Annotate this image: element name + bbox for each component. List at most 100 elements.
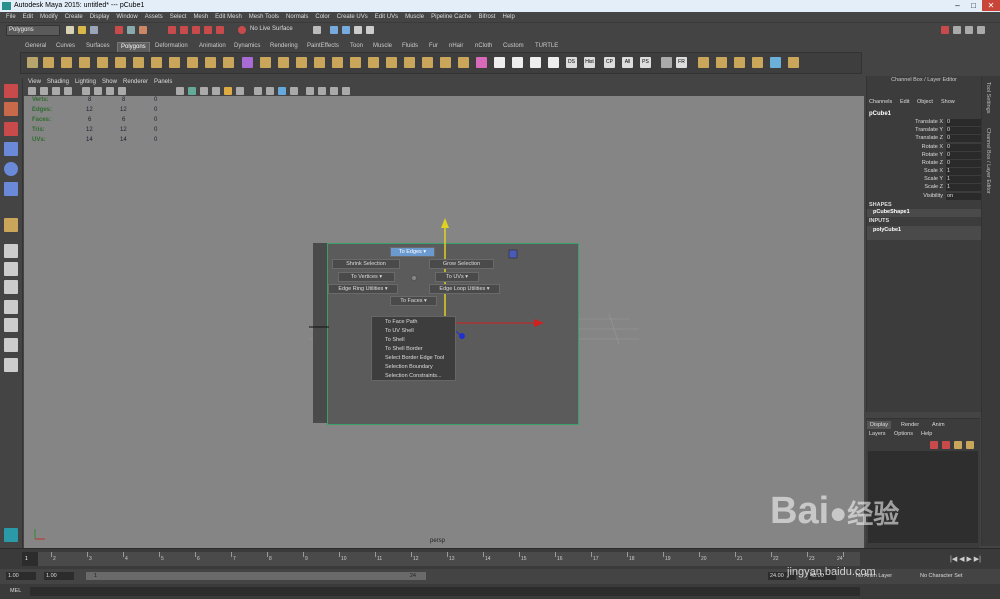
layer-move-down-icon[interactable]	[942, 441, 950, 449]
poly-pyramid-icon[interactable]	[151, 57, 162, 68]
snap-point-icon[interactable]	[192, 26, 200, 34]
hud-icon[interactable]	[318, 87, 326, 95]
close-icon[interactable]: ✕	[982, 0, 1000, 11]
menu-select[interactable]: Select	[170, 14, 187, 20]
cb-menu-show[interactable]: Show	[941, 99, 955, 105]
x-axis-arrow-icon[interactable]	[534, 319, 544, 327]
start-time-field[interactable]: 1.00	[6, 572, 36, 580]
attr-rotate-y[interactable]: Rotate Y0	[867, 152, 981, 160]
mm-shrink-selection[interactable]: Shrink Selection	[332, 259, 400, 269]
attr-scale-y[interactable]: Scale Y1	[867, 176, 981, 184]
menu-muscle[interactable]: Muscle	[405, 14, 424, 20]
gate-mask-icon[interactable]	[118, 87, 126, 95]
tab-surfaces[interactable]: Surfaces	[83, 42, 113, 51]
menu-edit[interactable]: Edit	[23, 14, 33, 20]
motion-blur-icon[interactable]	[330, 87, 338, 95]
extrude-icon[interactable]	[404, 57, 415, 68]
poly-sphere-icon[interactable]	[27, 57, 38, 68]
range-slider[interactable]: 1 24	[86, 572, 426, 580]
new-layer-selected-icon[interactable]	[966, 441, 974, 449]
minimize-icon[interactable]: –	[950, 0, 965, 11]
grid-toggle-icon[interactable]	[82, 87, 90, 95]
mm-grow-selection[interactable]: Grow Selection	[429, 259, 494, 269]
cb-input-row[interactable]: polyCube1	[867, 226, 981, 240]
panel-menu-lighting[interactable]: Lighting	[75, 79, 96, 85]
layer-menu-layers[interactable]: Layers	[869, 431, 886, 437]
cb-shape-row[interactable]: pCubeShape1	[867, 209, 981, 217]
tool-settings-tab[interactable]: Tool Settings	[985, 82, 991, 114]
menu-normals[interactable]: Normals	[286, 14, 308, 20]
menu-file[interactable]: File	[6, 14, 16, 20]
lasso-tool-icon[interactable]	[4, 102, 18, 116]
poly-cone-icon[interactable]	[79, 57, 90, 68]
attr-translate-y[interactable]: Translate Y0	[867, 127, 981, 135]
move-tool-icon[interactable]	[4, 142, 18, 156]
cb-menu-edit[interactable]: Edit	[900, 99, 909, 105]
snap-view-icon[interactable]	[204, 26, 212, 34]
poly-plane-icon[interactable]	[97, 57, 108, 68]
attr-translate-x[interactable]: Translate X0	[867, 119, 981, 127]
camera-select-icon[interactable]	[28, 87, 36, 95]
ambient-occlusion-icon[interactable]	[342, 87, 350, 95]
xray-joints-icon[interactable]	[278, 87, 286, 95]
layout-outliner-icon[interactable]	[4, 300, 18, 314]
mm-edge-ring-utilities[interactable]: Edge Ring Utilities ▾	[328, 284, 398, 294]
panel-menu-view[interactable]: View	[28, 79, 41, 85]
resolution-gate-icon[interactable]	[106, 87, 114, 95]
mm-to-edges[interactable]: To Edges ▾	[390, 247, 435, 257]
channel-box-layer-editor-tab[interactable]: Channel Box / Layer Editor	[985, 128, 991, 194]
tab-fluids[interactable]: Fluids	[399, 42, 421, 51]
mesh-tool-e-icon[interactable]	[770, 57, 781, 68]
mirror-cut-icon[interactable]	[386, 57, 397, 68]
render-icon[interactable]	[330, 26, 338, 34]
checker-sphere-icon[interactable]	[530, 57, 541, 68]
poly-soccer-ball-icon[interactable]	[205, 57, 216, 68]
checker-map-icon[interactable]	[512, 57, 523, 68]
bridge-icon[interactable]	[422, 57, 433, 68]
isolate-select-icon[interactable]	[254, 87, 262, 95]
select-component-icon[interactable]	[139, 26, 147, 34]
menu-create-uvs[interactable]: Create UVs	[337, 14, 368, 20]
panel-menu-shading[interactable]: Shading	[47, 79, 69, 85]
snap-surface-icon[interactable]	[216, 26, 224, 34]
open-scene-icon[interactable]	[78, 26, 86, 34]
submenu-selection-constraints[interactable]: Selection Constraints...	[385, 373, 442, 379]
smooth-shade-icon[interactable]	[188, 87, 196, 95]
playback-start-field[interactable]: 1.00	[44, 572, 74, 580]
tab-ncloth[interactable]: nCloth	[472, 42, 495, 51]
poly-platonic-icon[interactable]	[223, 57, 234, 68]
last-tool-icon[interactable]	[4, 218, 18, 232]
character-set-dropdown[interactable]: No Character Set	[920, 573, 963, 579]
tab-polygons[interactable]: Polygons	[117, 42, 150, 52]
layer-menu-options[interactable]: Options	[894, 431, 913, 437]
bookmark-icon[interactable]	[52, 87, 60, 95]
attr-scale-x[interactable]: Scale X1	[867, 168, 981, 176]
boolean-difference-icon[interactable]	[332, 57, 343, 68]
attr-visibility[interactable]: Visibility on	[867, 193, 981, 201]
tab-turtle[interactable]: TURTLE	[532, 42, 561, 51]
mesh-tool-b-icon[interactable]	[716, 57, 727, 68]
tab-painteffects[interactable]: PaintEffects	[304, 42, 342, 51]
maximize-icon[interactable]: □	[966, 0, 981, 11]
submenu-selection-boundary[interactable]: Selection Boundary	[385, 364, 433, 370]
history-delete-icon[interactable]: Hist	[584, 57, 595, 68]
poly-prism-icon[interactable]	[133, 57, 144, 68]
boolean-intersection-icon[interactable]	[350, 57, 361, 68]
poly-pipe-icon[interactable]	[169, 57, 180, 68]
panel-menu-panels[interactable]: Panels	[154, 79, 172, 85]
ps-icon[interactable]: PS	[640, 57, 651, 68]
separate-icon[interactable]	[260, 57, 271, 68]
layout-four-icon[interactable]	[4, 262, 18, 276]
cb-menu-channels[interactable]: Channels	[869, 99, 892, 105]
attr-rotate-z[interactable]: Rotate Z0	[867, 160, 981, 168]
wireframe-icon[interactable]	[176, 87, 184, 95]
menu-create[interactable]: Create	[65, 14, 83, 20]
ds-icon[interactable]: DS	[566, 57, 577, 68]
film-gate-icon[interactable]	[94, 87, 102, 95]
fill-hole-icon[interactable]	[458, 57, 469, 68]
tab-muscle[interactable]: Muscle	[370, 42, 395, 51]
tab-general[interactable]: General	[22, 42, 49, 51]
insert-edge-loop-icon[interactable]	[476, 57, 487, 68]
select-hierarchy-icon[interactable]	[115, 26, 123, 34]
combine-icon[interactable]	[242, 57, 253, 68]
